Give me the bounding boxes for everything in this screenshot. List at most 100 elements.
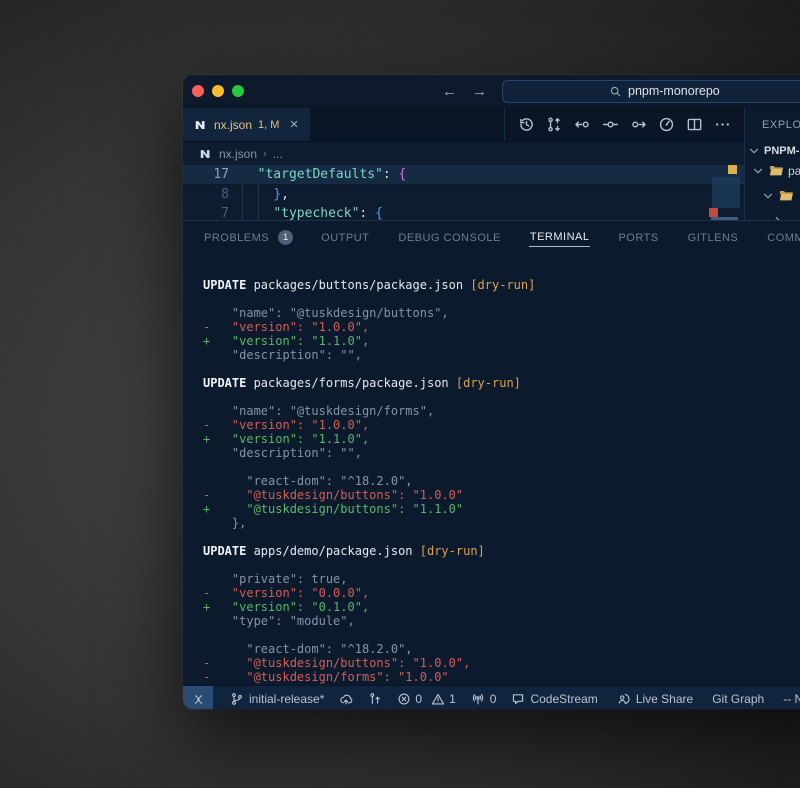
minimap-slider[interactable]	[712, 177, 740, 208]
panel-tab-label: PROBLEMS	[203, 229, 270, 247]
terminal-line: "name": "@tuskdesign/buttons",	[203, 306, 800, 320]
tree-item-folder[interactable]	[745, 208, 800, 220]
terminal-line: - "version": "1.0.0",	[203, 418, 800, 432]
line-number: 7	[183, 204, 229, 220]
terminal-output[interactable]: UPDATE packages/buttons/package.json [dr…	[183, 254, 800, 685]
previous-change-icon[interactable]	[574, 116, 591, 133]
code-editor[interactable]: 17 "targetDefaults": {8 },7 "typecheck":…	[183, 165, 744, 220]
gitlens-icon	[368, 692, 382, 706]
chevron-down-icon	[751, 164, 765, 178]
search-icon	[609, 85, 622, 98]
terminal-line: - "@tuskdesign/forms": "1.0.0"	[203, 670, 800, 684]
sidebar-title: EXPLORER	[745, 119, 800, 131]
panel-tab-label: OUTPUT	[320, 229, 370, 247]
liveshare-icon	[617, 692, 631, 706]
minimap-modified-marker	[728, 165, 737, 174]
terminal-line: + "version": "0.1.0",	[203, 600, 800, 614]
sidebar-section-label: PNPM-MONOREPO	[764, 145, 800, 157]
tree-item-label: packages	[788, 164, 800, 178]
publish-item[interactable]	[339, 692, 353, 706]
line-number: 8	[183, 185, 229, 204]
back-button[interactable]: ←	[442, 84, 457, 99]
panel-tab-debug-console[interactable]: DEBUG CONSOLE	[397, 229, 501, 247]
panel-tab-label: PORTS	[617, 229, 659, 247]
status-label: Live Share	[636, 692, 693, 706]
terminal-line: + "version": "1.1.0",	[203, 432, 800, 446]
status-label: 0	[490, 692, 497, 706]
panel-tab-problems[interactable]: PROBLEMS 1	[203, 229, 293, 247]
status-bar: initial-release*010 CodeStreamLive Share…	[183, 685, 800, 709]
codestream-item[interactable]: CodeStream	[511, 692, 597, 706]
indent-guide	[242, 184, 243, 220]
editor-group: nx.json 1, M ✕ nx.json › ...	[183, 108, 744, 220]
chevron-down-icon	[747, 144, 761, 158]
breadcrumb[interactable]: nx.json › ...	[183, 142, 744, 165]
warning-count: 1	[449, 692, 456, 706]
command-center-search[interactable]: pnpm-monorepo	[502, 80, 800, 103]
timeline-icon[interactable]	[518, 116, 535, 133]
tree-item-packages[interactable]: packages	[745, 158, 800, 183]
panel-tab-output[interactable]: OUTPUT	[320, 229, 370, 247]
error-icon	[397, 692, 411, 706]
folder-icon	[769, 164, 784, 177]
ports-item[interactable]: 0	[471, 692, 497, 706]
remote-icon	[192, 693, 205, 706]
close-window-button[interactable]	[192, 85, 204, 97]
terminal-line: UPDATE packages/buttons/package.json [dr…	[203, 278, 800, 292]
split-editor-icon[interactable]	[686, 116, 703, 133]
minimize-window-button[interactable]	[212, 85, 224, 97]
tab-nx-json[interactable]: nx.json 1, M ✕	[183, 108, 310, 141]
next-change-icon[interactable]	[630, 116, 647, 133]
vim-mode[interactable]: -- NORMAL --	[783, 692, 800, 706]
error-count: 0	[415, 692, 422, 706]
run-icon[interactable]	[658, 116, 675, 133]
sidebar-section-root[interactable]: PNPM-MONOREPO	[745, 144, 800, 158]
panel-tab-comments[interactable]: COMMENTS	[766, 229, 800, 247]
cloud-upload-icon	[339, 692, 353, 706]
terminal-line: "description": "",	[203, 446, 800, 460]
maximize-window-button[interactable]	[232, 85, 244, 97]
editor-actions-toolbar	[504, 108, 744, 141]
tab-dirty-badge: 1, M	[258, 119, 279, 131]
terminal-line: - "version": "1.0.0",	[203, 320, 800, 334]
terminal-line: - "version": "0.0.0",	[203, 586, 800, 600]
remote-indicator[interactable]	[183, 686, 213, 709]
terminal-line: "description": "",	[203, 348, 800, 362]
chevron-right-icon	[771, 214, 785, 221]
editor-line-7: 7 "typecheck": {	[183, 204, 744, 220]
editor-line-8: 8 },	[183, 185, 744, 204]
more-actions-icon[interactable]	[714, 116, 731, 133]
forward-button[interactable]: →	[472, 84, 487, 99]
vscode-window: ← → pnpm-monorepo nx.json 1, M ✕	[183, 75, 800, 709]
panel-tab-label: DEBUG CONSOLE	[397, 229, 501, 247]
branch-item[interactable]: initial-release*	[230, 692, 324, 706]
terminal-line	[203, 628, 800, 642]
live-share-item[interactable]: Live Share	[617, 692, 693, 706]
current-change-icon[interactable]	[602, 116, 619, 133]
nx-file-icon	[199, 147, 213, 161]
tree-item-folder[interactable]	[745, 183, 800, 208]
problems-item[interactable]: 01	[397, 692, 455, 706]
git-actions-icon[interactable]	[546, 116, 563, 133]
chevron-down-icon	[761, 189, 775, 203]
terminal-line: - "@tuskdesign/buttons": "1.0.0"	[203, 488, 800, 502]
panel-tab-ports[interactable]: PORTS	[617, 229, 659, 247]
panel-tab-gitlens[interactable]: GITLENS	[687, 229, 740, 247]
folder-icon	[779, 189, 794, 202]
terminal-line: UPDATE packages/forms/package.json [dry-…	[203, 376, 800, 390]
terminal-line: - "@tuskdesign/buttons": "1.0.0",	[203, 656, 800, 670]
gitlens-item[interactable]	[368, 692, 382, 706]
panel-tab-label: GITLENS	[687, 229, 740, 247]
terminal-line	[203, 390, 800, 404]
editor-horizontal-scrollbar[interactable]	[711, 217, 738, 220]
problems-count-badge: 1	[278, 230, 293, 245]
git-graph-item[interactable]: Git Graph	[712, 692, 764, 706]
tab-strip: nx.json 1, M ✕	[183, 108, 744, 142]
panel-tab-terminal[interactable]: TERMINAL	[529, 228, 591, 247]
tab-close-icon[interactable]: ✕	[289, 118, 298, 131]
terminal-line: + "@tuskdesign/buttons": "1.1.0"	[203, 502, 800, 516]
status-label: initial-release*	[249, 692, 324, 706]
breadcrumb-separator: ›	[263, 148, 267, 160]
git-branch-icon	[230, 692, 244, 706]
terminal-line: "name": "@tuskdesign/forms",	[203, 404, 800, 418]
